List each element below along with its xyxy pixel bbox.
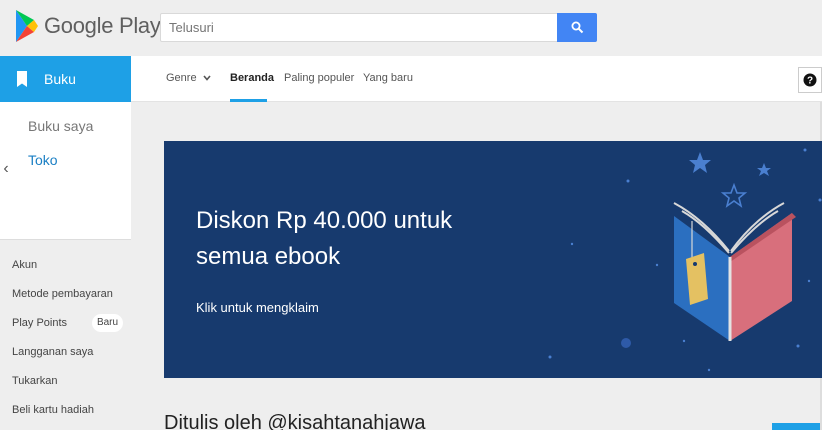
- help-icon: ?: [803, 73, 817, 87]
- nav-my-books[interactable]: Buku saya: [28, 118, 93, 134]
- search-input[interactable]: [161, 14, 558, 41]
- section-heading: Ditulis oleh @kisahtanahjawa: [164, 412, 426, 430]
- svg-text:?: ?: [807, 76, 813, 87]
- tab-new-releases[interactable]: Yang baru: [363, 72, 413, 84]
- link-play-points[interactable]: Play Points: [12, 317, 67, 329]
- logo-text: Google Play: [44, 13, 161, 38]
- tab-home[interactable]: Beranda: [230, 72, 274, 84]
- see-more-button[interactable]: [772, 423, 820, 430]
- new-badge: Baru: [92, 314, 123, 332]
- promo-banner[interactable]: Diskon Rp 40.000 untuk semua ebook Klik …: [164, 141, 822, 378]
- search-box: [160, 13, 597, 42]
- search-icon: [571, 21, 583, 34]
- category-books[interactable]: Buku: [0, 56, 131, 102]
- banner-subtitle: Klik untuk mengklaim: [196, 300, 319, 315]
- chevron-down-icon: [203, 75, 211, 81]
- top-bar: Google Play: [0, 0, 822, 56]
- link-redeem[interactable]: Tukarkan: [12, 375, 57, 387]
- nav-store[interactable]: Toko: [28, 152, 58, 168]
- link-account[interactable]: Akun: [12, 259, 37, 271]
- link-subscriptions[interactable]: Langganan saya: [12, 346, 93, 358]
- play-logo-icon: [16, 10, 38, 42]
- help-button[interactable]: ?: [798, 67, 822, 93]
- book-icon: [17, 71, 27, 87]
- link-buy-gift-card[interactable]: Beli kartu hadiah: [12, 404, 94, 416]
- google-play-logo[interactable]: Google Play: [14, 9, 161, 43]
- banner-title: Diskon Rp 40.000 untuk semua ebook: [196, 207, 453, 270]
- category-label: Buku: [44, 71, 76, 87]
- search-button[interactable]: [557, 13, 597, 42]
- link-payment-methods[interactable]: Metode pembayaran: [12, 288, 113, 300]
- tab-genre-label: Genre: [166, 72, 197, 84]
- chevron-left-icon[interactable]: ‹: [0, 160, 12, 178]
- active-tab-indicator: [230, 99, 267, 102]
- tab-genre[interactable]: Genre: [166, 72, 211, 84]
- sub-navigation: ‹ Buku saya Toko: [0, 102, 131, 240]
- tab-bar: Genre Beranda Paling populer Yang baru: [131, 56, 822, 102]
- tab-top-charts[interactable]: Paling populer: [284, 72, 354, 84]
